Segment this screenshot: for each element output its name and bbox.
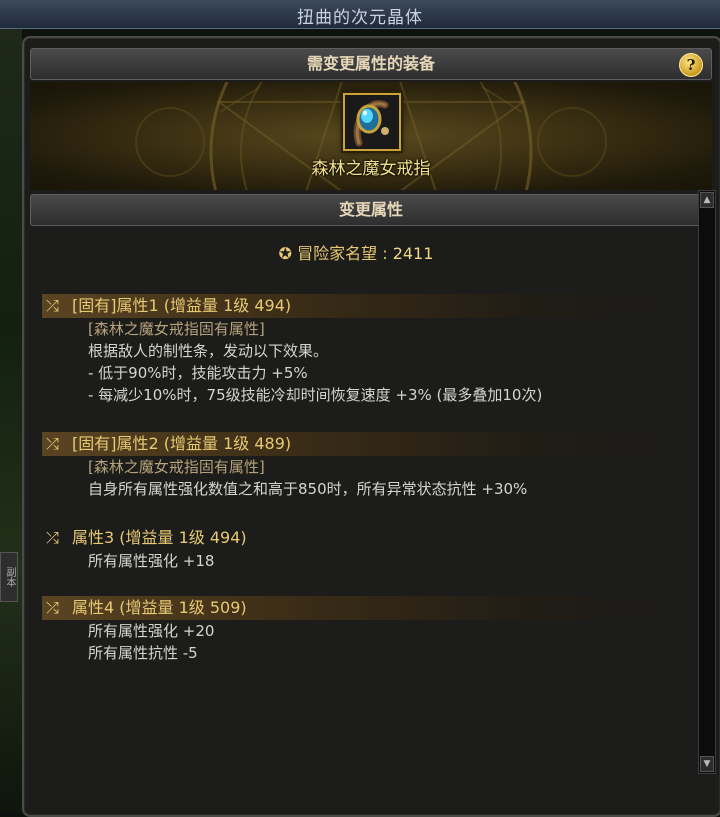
attribute-line: [森林之魔女戒指固有属性] [88, 458, 265, 476]
fame-separator: : [382, 244, 388, 263]
attribute-line: 所有属性强化 +20 [88, 622, 215, 640]
attribute-line: 所有属性强化 +18 [88, 552, 215, 570]
scroll-up-icon[interactable]: ▲ [700, 192, 714, 208]
help-icon[interactable]: ? [679, 53, 703, 77]
attribute-block-1: ⤮ [固有]属性1 (增益量 1级 494) [森林之魔女戒指固有属性] 根据敌人… [42, 294, 688, 406]
fame-icon: ✪ [278, 244, 292, 263]
shuffle-icon: ⤮ [46, 528, 59, 547]
attribute-line: [森林之魔女戒指固有属性] [88, 320, 265, 338]
attribute-header[interactable]: ⤮ [固有]属性2 (增益量 1级 489) [42, 432, 688, 456]
attribute-title: [固有]属性2 (增益量 1级 489) [72, 434, 292, 453]
witch-ring-icon [345, 95, 399, 149]
attribute-list: ✪ 冒险家名望 : 2411 ⤮ [固有]属性1 (增益量 1级 494) [森林… [24, 228, 688, 812]
equip-panel: 森林之魔女戒指 [30, 82, 712, 190]
change-section-title: 变更属性 [338, 200, 403, 219]
attribute-line: - 每减少10%时，75级技能冷却时间恢复速度 +3% (最多叠加10次) [88, 386, 543, 404]
attribute-title: 属性4 (增益量 1级 509) [72, 598, 247, 617]
attribute-header[interactable]: ⤮ 属性4 (增益量 1级 509) [42, 596, 688, 620]
shuffle-icon: ⤮ [46, 598, 59, 617]
equip-section-header: 需变更属性的装备 ? [30, 48, 712, 80]
window-title: 扭曲的次元晶体 [297, 8, 423, 28]
item-name: 森林之魔女戒指 [311, 159, 431, 179]
shuffle-icon: ⤮ [46, 296, 59, 315]
side-tab[interactable]: 副本 [0, 552, 18, 602]
dialog-frame: 需变更属性的装备 ? 森林之魔女戒指 变更属性 ✪ 冒险家名望: 2411 ⤮… [22, 36, 720, 817]
item-slot[interactable] [343, 93, 401, 151]
fame-label: 冒险家名望 [297, 244, 378, 263]
attribute-line: 所有属性抗性 -5 [88, 644, 198, 662]
attribute-block-4: ⤮ 属性4 (增益量 1级 509) 所有属性强化 +20 所有属性抗性 -5 [42, 596, 688, 664]
attribute-block-3: ⤮ 属性3 (增益量 1级 494) 所有属性强化 +18 [42, 526, 688, 572]
crystal-window: 扭曲的次元晶体 副本 需变更属性的装备 ? 森林之魔女戒指 变更属性 ✪ 冒险家… [0, 0, 720, 817]
scrollbar[interactable]: ▲ ▼ [698, 190, 716, 774]
shuffle-icon: ⤮ [46, 434, 59, 453]
equip-section-title: 需变更属性的装备 [306, 54, 435, 73]
title-bar[interactable]: 扭曲的次元晶体 [0, 0, 720, 29]
attribute-header[interactable]: ⤮ 属性3 (增益量 1级 494) [42, 526, 688, 550]
attribute-line: - 低于90%时，技能攻击力 +5% [88, 364, 308, 382]
attribute-title: 属性3 (增益量 1级 494) [72, 528, 247, 547]
attribute-header[interactable]: ⤮ [固有]属性1 (增益量 1级 494) [42, 294, 688, 318]
attribute-line: 根据敌人的制性条，发动以下效果。 [88, 342, 329, 360]
change-section-header: 变更属性 [30, 194, 712, 226]
fame-value: 2411 [392, 244, 434, 263]
fame-row: ✪ 冒险家名望 : 2411 [24, 240, 688, 264]
attribute-block-2: ⤮ [固有]属性2 (增益量 1级 489) [森林之魔女戒指固有属性] 自身所有… [42, 432, 688, 500]
scroll-down-icon[interactable]: ▼ [700, 756, 714, 772]
attribute-line: 自身所有属性强化数值之和高于850时，所有异常状态抗性 +30% [88, 480, 528, 498]
attribute-title: [固有]属性1 (增益量 1级 494) [72, 296, 292, 315]
